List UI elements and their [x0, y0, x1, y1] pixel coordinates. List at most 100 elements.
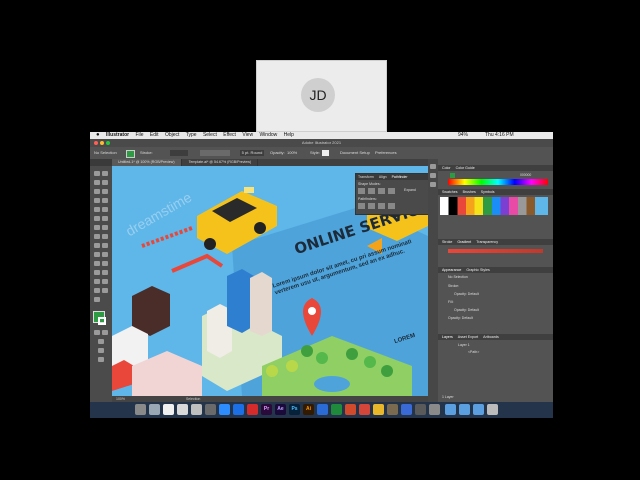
powerpoint-icon[interactable]: [345, 404, 356, 415]
appearance-opacity-3[interactable]: Opacity: Default: [448, 316, 473, 320]
more-tools-icon[interactable]: [98, 357, 104, 362]
gradient-tool-icon[interactable]: [94, 261, 100, 266]
tab-gradient[interactable]: Gradient: [457, 240, 471, 244]
slice-tool-icon[interactable]: [94, 288, 100, 293]
documents-folder-icon[interactable]: [473, 404, 484, 415]
tab-stroke[interactable]: Stroke: [442, 240, 452, 244]
fill-swatch[interactable]: [126, 150, 135, 158]
tab-graphic-styles[interactable]: Graphic Styles: [466, 268, 489, 272]
appearance-fill[interactable]: Fill:: [448, 300, 453, 304]
app-icon-2[interactable]: [401, 404, 412, 415]
shaper-tool-icon[interactable]: [94, 216, 100, 221]
menu-help[interactable]: Help: [284, 132, 294, 138]
zoom-app-icon[interactable]: [219, 404, 230, 415]
direct-selection-tool-icon[interactable]: [102, 171, 108, 176]
trim-icon[interactable]: [368, 203, 375, 209]
calendar-icon[interactable]: [163, 404, 174, 415]
tab-color-guide[interactable]: Color Guide: [456, 166, 475, 170]
menubar-clock[interactable]: Thu 4:16 PM: [485, 132, 514, 139]
menu-effect[interactable]: Effect: [223, 132, 236, 138]
apple-icon[interactable]: ●: [96, 132, 100, 138]
tab-swatches[interactable]: Swatches: [442, 190, 458, 194]
eraser-tool-icon[interactable]: [94, 225, 100, 230]
tab-pathfinder[interactable]: Pathfinder: [392, 175, 408, 179]
minimize-window-button[interactable]: [100, 141, 104, 145]
graph-tool-icon[interactable]: [94, 279, 100, 284]
mesh-tool-icon[interactable]: [102, 252, 108, 257]
notes-icon[interactable]: [177, 404, 188, 415]
appearance-opacity-1[interactable]: Opacity: Default: [454, 292, 479, 296]
expand-button[interactable]: Expand: [404, 188, 416, 194]
stroke-weight-field[interactable]: [170, 150, 188, 156]
brush-dropdown[interactable]: 5 pt. Round: [240, 150, 264, 156]
trash-icon[interactable]: [487, 404, 498, 415]
tab-brushes[interactable]: Brushes: [463, 190, 476, 194]
menu-view[interactable]: View: [242, 132, 253, 138]
unite-icon[interactable]: [358, 188, 365, 194]
premiere-icon[interactable]: Pr: [261, 404, 272, 415]
acrobat-icon[interactable]: [359, 404, 370, 415]
artboard-tool-icon[interactable]: [102, 279, 108, 284]
menu-type[interactable]: Type: [186, 132, 197, 138]
safari-icon[interactable]: [233, 404, 244, 415]
folder-icon[interactable]: [445, 404, 456, 415]
lasso-tool-icon[interactable]: [102, 180, 108, 185]
layers-panel-icon[interactable]: [430, 173, 436, 178]
word-icon[interactable]: [317, 404, 328, 415]
appearance-stroke[interactable]: Stroke:: [448, 284, 459, 288]
tab-transparency[interactable]: Transparency: [476, 240, 498, 244]
symbol-sprayer-tool-icon[interactable]: [102, 270, 108, 275]
layer-row[interactable]: Layer 1: [458, 343, 470, 347]
scale-tool-icon[interactable]: [94, 234, 100, 239]
gradient-slider[interactable]: [448, 249, 543, 253]
rectangle-tool-icon[interactable]: [94, 207, 100, 212]
tab-untitled[interactable]: Untitled-1* @ 100% (RGB/Preview): [112, 159, 182, 166]
tab-artboards[interactable]: Artboards: [483, 335, 499, 339]
menu-object[interactable]: Object: [165, 132, 179, 138]
width-tool-icon[interactable]: [102, 234, 108, 239]
rotate-tool-icon[interactable]: [102, 225, 108, 230]
paintbrush-tool-icon[interactable]: [102, 207, 108, 212]
tab-template[interactable]: Template.ai* @ 54.67% (RGB/Preview): [183, 159, 259, 166]
appearance-opacity-2[interactable]: Opacity: Default: [454, 308, 479, 312]
menu-file[interactable]: File: [135, 132, 143, 138]
tab-color[interactable]: Color: [442, 166, 451, 170]
variable-width-dropdown[interactable]: [200, 150, 230, 156]
preferences-button[interactable]: Preferences: [375, 147, 397, 159]
gradient-mode-icon[interactable]: [102, 330, 108, 335]
perspective-grid-tool-icon[interactable]: [94, 252, 100, 257]
opacity-field[interactable]: 100%: [287, 147, 297, 159]
style-swatch[interactable]: [322, 150, 329, 156]
after-effects-icon[interactable]: Ae: [275, 404, 286, 415]
launchpad-icon[interactable]: [149, 404, 160, 415]
tab-asset-export[interactable]: Asset Export: [458, 335, 478, 339]
close-window-button[interactable]: [94, 141, 98, 145]
illustrator-icon[interactable]: Ai: [303, 404, 314, 415]
pencil-tool-icon[interactable]: [102, 216, 108, 221]
color-mode-icon[interactable]: [94, 330, 100, 335]
pen-tool-icon[interactable]: [94, 189, 100, 194]
color-spectrum[interactable]: [448, 179, 548, 185]
minus-front-icon[interactable]: [368, 188, 375, 194]
tab-transform[interactable]: Transform: [358, 175, 374, 179]
hex-value[interactable]: 000000: [520, 173, 531, 177]
menu-app-name[interactable]: Illustrator: [106, 132, 129, 138]
line-tool-icon[interactable]: [102, 198, 108, 203]
stroke-color-icon[interactable]: [98, 317, 106, 325]
libraries-panel-icon[interactable]: [430, 182, 436, 187]
excel-icon[interactable]: [331, 404, 342, 415]
divide-icon[interactable]: [358, 203, 365, 209]
document-setup-button[interactable]: Document Setup: [340, 147, 370, 159]
swatches-grid[interactable]: [440, 197, 548, 215]
free-transform-tool-icon[interactable]: [94, 243, 100, 248]
selection-tool-icon[interactable]: [94, 171, 100, 176]
preview-icon[interactable]: [191, 404, 202, 415]
intersect-icon[interactable]: [378, 188, 385, 194]
menu-select[interactable]: Select: [203, 132, 217, 138]
tab-symbols[interactable]: Symbols: [481, 190, 495, 194]
tab-align[interactable]: Align: [379, 175, 387, 179]
downloads-folder-icon[interactable]: [459, 404, 470, 415]
tab-layers[interactable]: Layers: [442, 335, 453, 339]
crop-icon[interactable]: [388, 203, 395, 209]
exclude-icon[interactable]: [388, 188, 395, 194]
